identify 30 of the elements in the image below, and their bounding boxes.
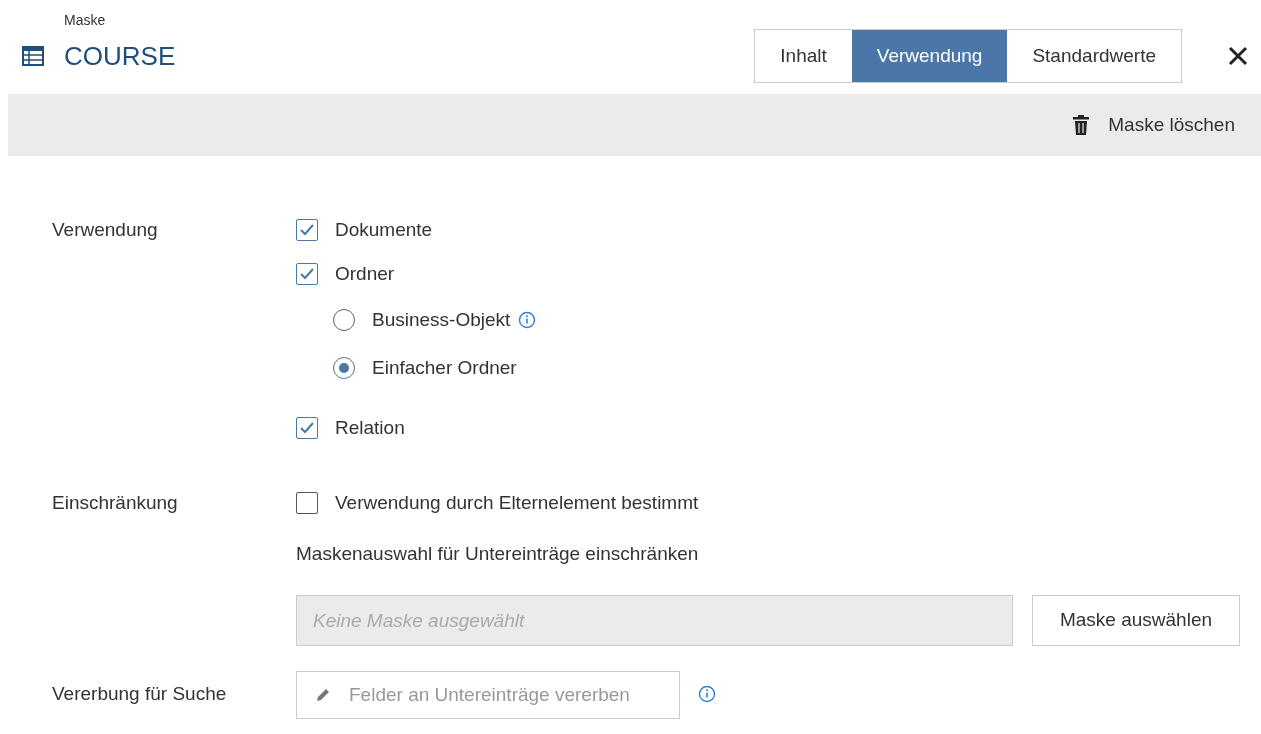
- tab[interactable]: Verwendung: [851, 30, 1008, 82]
- close-icon: [1227, 45, 1249, 67]
- info-icon[interactable]: [698, 685, 716, 703]
- delete-mask-button[interactable]: Maske löschen: [1072, 110, 1235, 140]
- option-label: Relation: [335, 415, 405, 440]
- pencil-icon: [315, 687, 331, 703]
- checkbox[interactable]: [296, 263, 318, 285]
- option-label: Business-Objekt: [372, 307, 511, 332]
- field-label: Verwendung: [52, 217, 159, 242]
- mask-title: COURSE: [64, 39, 176, 73]
- option-label: Verwendung durch Elternelement bestimmt: [335, 490, 699, 515]
- field-label: Einschränkung: [52, 490, 179, 515]
- option-label: Dokumente: [335, 217, 433, 242]
- checkmark-icon: [299, 223, 315, 237]
- checkbox[interactable]: [296, 219, 318, 241]
- option-label: Einfacher Ordner: [372, 355, 517, 380]
- select-mask-button[interactable]: Maske auswählen: [1032, 595, 1240, 646]
- radio-button[interactable]: [333, 309, 355, 331]
- checkbox[interactable]: [296, 492, 318, 514]
- checkmark-icon: [299, 267, 315, 281]
- checkmark-icon: [299, 421, 315, 435]
- table-icon: [22, 46, 44, 66]
- trash-icon: [1072, 115, 1091, 135]
- field-label: Vererbung für Suche: [52, 681, 228, 706]
- radio-button[interactable]: [333, 357, 355, 379]
- sublabel: Maskenauswahl für Untereinträge einschränken: [296, 541, 700, 566]
- info-icon[interactable]: [518, 311, 537, 329]
- checkbox[interactable]: [296, 417, 318, 439]
- option-label: Ordner: [335, 261, 395, 286]
- caption: Maske: [63, 11, 107, 28]
